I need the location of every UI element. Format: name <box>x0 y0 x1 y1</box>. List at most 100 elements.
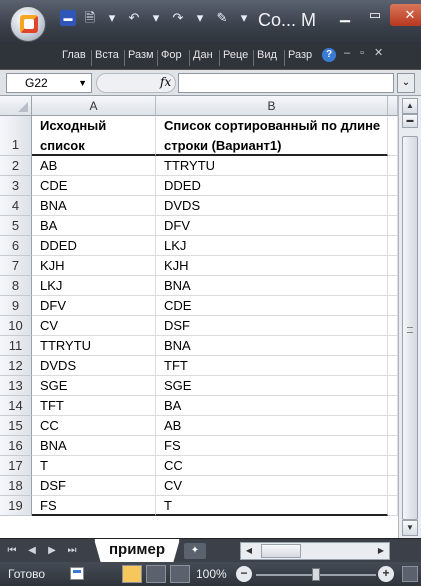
cell-column-c[interactable] <box>388 296 398 316</box>
cell-column-a[interactable]: KJH <box>32 256 156 276</box>
cell-a1[interactable]: Исходный список <box>32 116 156 156</box>
formula-input[interactable] <box>178 73 394 93</box>
scroll-right-icon[interactable]: ▶ <box>374 544 388 558</box>
office-button[interactable] <box>10 6 46 42</box>
horizontal-scrollbar[interactable]: ◀ ▶ <box>240 542 390 560</box>
undo-icon[interactable]: ↶ <box>126 10 142 26</box>
cell-column-c[interactable] <box>388 436 398 456</box>
cell-column-c[interactable] <box>388 236 398 256</box>
restore-icon[interactable]: ▭ <box>360 4 390 26</box>
cell-column-a[interactable]: BNA <box>32 436 156 456</box>
horizontal-scroll-thumb[interactable] <box>261 544 301 558</box>
cell-column-c[interactable] <box>388 476 398 496</box>
cell-column-a[interactable]: TFT <box>32 396 156 416</box>
zoom-level[interactable]: 100% <box>196 567 227 581</box>
cell-column-a[interactable]: AB <box>32 156 156 176</box>
cell-column-c[interactable] <box>388 276 398 296</box>
prev-sheet-icon[interactable]: ◀ <box>24 543 40 559</box>
row-header[interactable]: 16 <box>0 436 32 456</box>
cell-column-b[interactable]: SGE <box>156 376 388 396</box>
zoom-slider-thumb[interactable] <box>312 568 320 581</box>
zoom-out-icon[interactable]: − <box>236 566 252 582</box>
cell-column-c[interactable] <box>388 356 398 376</box>
cell-column-b[interactable]: BNA <box>156 336 388 356</box>
cell-column-b[interactable]: BNA <box>156 276 388 296</box>
name-box[interactable]: G22 ▼ <box>6 73 92 93</box>
cell-column-c[interactable] <box>388 176 398 196</box>
row-header[interactable]: 14 <box>0 396 32 416</box>
row-header[interactable]: 10 <box>0 316 32 336</box>
cell-column-a[interactable]: DFV <box>32 296 156 316</box>
cell-column-b[interactable]: DVDS <box>156 196 388 216</box>
scroll-down-icon[interactable]: ▼ <box>402 520 418 536</box>
row-header[interactable]: 17 <box>0 456 32 476</box>
cell-column-a[interactable]: CC <box>32 416 156 436</box>
row-header[interactable]: 5 <box>0 216 32 236</box>
redo-dropdown-icon[interactable]: ▾ <box>192 10 208 26</box>
tab-review[interactable]: Реце <box>223 49 251 61</box>
cell-column-c[interactable] <box>388 256 398 276</box>
insert-sheet-icon[interactable]: ✦ <box>184 543 206 559</box>
close-icon[interactable]: ✕ <box>390 4 421 26</box>
cell-column-a[interactable]: T <box>32 456 156 476</box>
tab-insert[interactable]: Вста <box>95 49 121 61</box>
cell-column-a[interactable]: CV <box>32 316 156 336</box>
cell-column-b[interactable]: CV <box>156 476 388 496</box>
cell-column-a[interactable]: CDE <box>32 176 156 196</box>
row-header[interactable]: 11 <box>0 336 32 356</box>
print-preview-icon[interactable]: 🗎 <box>82 10 98 26</box>
cell-column-a[interactable]: DDED <box>32 236 156 256</box>
row-header[interactable]: 7 <box>0 256 32 276</box>
tab-page-layout[interactable]: Разм <box>128 49 154 61</box>
name-box-dropdown-icon[interactable]: ▼ <box>78 74 87 92</box>
cell-column-c[interactable] <box>388 396 398 416</box>
cell-column-b[interactable]: DDED <box>156 176 388 196</box>
zoom-in-icon[interactable]: + <box>378 566 394 582</box>
help-icon[interactable]: ? <box>322 48 336 62</box>
worksheet-grid[interactable]: A B 1 Исходный список Список сортированн… <box>0 96 398 538</box>
vertical-scrollbar[interactable]: ▲ ▬ ▼ <box>398 96 421 538</box>
tab-developer[interactable]: Разр <box>288 49 314 61</box>
tab-data[interactable]: Дан <box>193 49 217 61</box>
expand-formula-bar-icon[interactable]: ⌄ <box>397 73 415 93</box>
cell-column-a[interactable]: LKJ <box>32 276 156 296</box>
cell-column-a[interactable]: BA <box>32 216 156 236</box>
first-sheet-icon[interactable]: ⏮ <box>4 543 20 559</box>
cell-column-c[interactable] <box>388 196 398 216</box>
cell-column-c[interactable] <box>388 316 398 336</box>
cell-column-b[interactable]: TTRYTU <box>156 156 388 176</box>
cell-column-b[interactable]: DFV <box>156 216 388 236</box>
cell-column-c[interactable] <box>388 456 398 476</box>
row-header[interactable]: 4 <box>0 196 32 216</box>
cell-b1[interactable]: Список сортированный по длине строки (Ва… <box>156 116 388 156</box>
spelling-icon[interactable]: ✎ <box>214 10 230 26</box>
page-break-view-icon[interactable] <box>170 565 190 583</box>
redo-icon[interactable]: ↷ <box>170 10 186 26</box>
cell-column-a[interactable]: TTRYTU <box>32 336 156 356</box>
scroll-left-icon[interactable]: ◀ <box>242 544 256 558</box>
tab-formulas[interactable]: Фор <box>161 49 187 61</box>
workbook-window-controls[interactable]: –▫✕ <box>344 46 393 59</box>
cell-column-c[interactable] <box>388 496 398 516</box>
column-header-a[interactable]: A <box>32 96 156 116</box>
row-header[interactable]: 6 <box>0 236 32 256</box>
cell-column-b[interactable]: TFT <box>156 356 388 376</box>
cell-column-c[interactable] <box>388 376 398 396</box>
cell-column-c[interactable] <box>388 416 398 436</box>
cell-column-b[interactable]: FS <box>156 436 388 456</box>
minimize-icon[interactable]: ▁ <box>330 4 360 26</box>
split-handle[interactable]: ▬ <box>402 114 418 128</box>
cell-column-b[interactable]: DSF <box>156 316 388 336</box>
save-icon[interactable]: ▬ <box>60 10 76 26</box>
cell-column-b[interactable]: T <box>156 496 388 516</box>
cell-column-c[interactable] <box>388 156 398 176</box>
cell-column-c[interactable] <box>388 216 398 236</box>
cell-column-a[interactable]: BNA <box>32 196 156 216</box>
cell-column-c[interactable] <box>388 336 398 356</box>
row-header[interactable]: 15 <box>0 416 32 436</box>
cell-column-a[interactable]: SGE <box>32 376 156 396</box>
row-header[interactable]: 8 <box>0 276 32 296</box>
row-header[interactable]: 18 <box>0 476 32 496</box>
tab-view[interactable]: Вид <box>257 49 281 61</box>
tab-home[interactable]: Глав <box>62 49 90 61</box>
